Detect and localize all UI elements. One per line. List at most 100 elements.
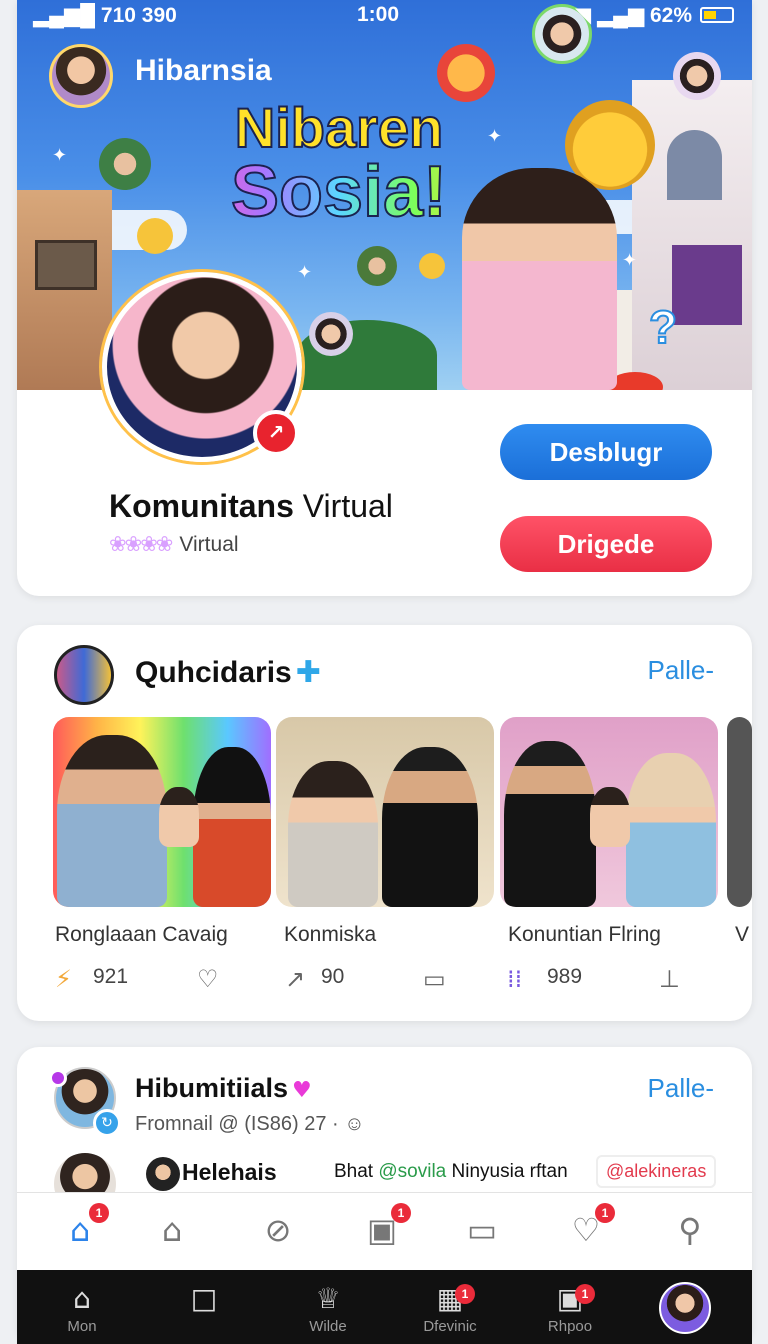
photo-caption: V	[735, 923, 750, 946]
comment-handle[interactable]: Helehais	[182, 1159, 277, 1186]
post-see-all-link[interactable]: Palle-	[648, 1073, 714, 1104]
dock-label: Rhpoo	[547, 1318, 593, 1335]
profile-title-rest: Virtual	[293, 488, 393, 524]
home-icon: ⌂	[73, 1282, 91, 1315]
camera-icon: ▣	[556, 1282, 584, 1315]
photo-count: 90	[321, 965, 345, 988]
comment-text-prefix: Bhat	[334, 1161, 379, 1182]
group-photo[interactable]	[500, 717, 718, 907]
question-sticker: ?	[648, 300, 678, 354]
profile-subtitle-text: Virtual	[179, 533, 239, 556]
notification-badge: 1	[575, 1284, 595, 1304]
clock: 1:00	[357, 3, 400, 26]
crown-icon: ♕	[315, 1282, 341, 1315]
commenter-avatar-small[interactable]	[146, 1157, 180, 1191]
photo-caption: Ronglaaan Cavaig	[55, 923, 228, 946]
group-avatar[interactable]	[54, 645, 114, 705]
dock-label: Mon	[67, 1318, 97, 1335]
group-name[interactable]: Quhcidaris ✚	[135, 655, 321, 690]
app-bottom-nav: ⌂ 1 ⌂ ⊘ ▣ 1 ▭ ♡ 1 ⚲	[17, 1192, 752, 1270]
group-photo[interactable]	[53, 717, 271, 907]
avatar-sticker	[99, 138, 151, 190]
stats-icon[interactable]: ⊥	[659, 965, 680, 993]
avatar-sticker	[673, 52, 721, 100]
group-see-all-link[interactable]: Palle-	[648, 655, 714, 686]
phone-icon: □	[190, 1282, 218, 1315]
flower-icons: ❀❀❀❀	[109, 533, 173, 556]
emoji-sticker	[419, 253, 445, 279]
avatar-sticker	[357, 246, 397, 286]
photo-count: 921	[93, 965, 129, 988]
post-meta: Fromnail @ (IS86) 27 · ☺	[135, 1113, 365, 1135]
sun-sticker	[437, 44, 495, 102]
nav-home-icon[interactable]: ⌂ 1	[55, 1203, 109, 1255]
status-icons: ◥ ▂▄▆ 62%	[574, 4, 692, 27]
community-icon: ⌂	[161, 1211, 183, 1249]
community-avatar[interactable]	[49, 44, 113, 108]
banner-title: Nibaren Sosia!	[189, 96, 489, 230]
search-icon: ⚲	[678, 1211, 702, 1249]
sparkle-icon: ✦	[52, 145, 68, 166]
banner-title-line2: Sosia!	[189, 155, 489, 229]
nav-camera-icon[interactable]: ▣ 1	[357, 1203, 411, 1255]
nav-messages-icon[interactable]: ▭	[457, 1205, 507, 1255]
dock-calendar[interactable]: ▦ Dfevinic 1	[405, 1280, 495, 1335]
notification-badge: 1	[455, 1284, 475, 1304]
dock-profile-avatar[interactable]	[659, 1282, 711, 1334]
emoji-sticker	[137, 218, 173, 254]
nav-search-icon[interactable]: ⚲	[665, 1205, 715, 1255]
community-name: Hibarnsia	[135, 54, 272, 87]
dock-phone[interactable]: □	[159, 1280, 249, 1318]
profile-subtitle: ❀❀❀❀ Virtual	[109, 532, 239, 557]
primary-action-button[interactable]: Desblugr	[500, 424, 712, 480]
nav-likes-icon[interactable]: ♡ 1	[561, 1203, 615, 1255]
dock-home[interactable]: ⌂ Mon	[37, 1280, 127, 1335]
comment-text: Bhat @sovila Ninyusia rftan	[334, 1161, 568, 1183]
notification-badge: 1	[595, 1203, 615, 1223]
mention-tag[interactable]: @alekineras	[596, 1155, 717, 1188]
comment-row: Helehais Bhat @sovila Ninyusia rftan @al…	[54, 1153, 717, 1215]
dock-wilde[interactable]: ♕ Wilde	[283, 1280, 373, 1335]
post-author-name[interactable]: Hibumitiials ♥	[135, 1073, 312, 1104]
dock-label: Wilde	[309, 1318, 347, 1335]
nav-community-icon[interactable]: ⌂	[147, 1205, 197, 1255]
share-badge-icon[interactable]: ↗	[253, 410, 299, 456]
refresh-icon: ↻	[93, 1109, 121, 1137]
dock-camera[interactable]: ▣ Rhpoo 1	[525, 1280, 615, 1335]
group-photo[interactable]	[276, 717, 494, 907]
home-icon: ⌂	[69, 1211, 91, 1249]
profile-card: ✦ ✦ ✦ ✦ ? Nibaren Sosia! Hibarnsia ▂▄▆█ …	[17, 0, 752, 596]
messages-icon: ▭	[466, 1211, 498, 1249]
sparkle-icon: ✦	[622, 250, 638, 271]
battery-icon	[700, 7, 734, 23]
photo-count: 989	[547, 965, 583, 988]
avatar-sticker	[309, 312, 353, 356]
comment-icon[interactable]: ▭	[423, 965, 446, 993]
comment-text-suffix: Ninyusia rftan	[446, 1161, 568, 1182]
signal-indicator: ▂▄▆█ 710 390	[33, 4, 177, 27]
banner-title-line1: Nibaren	[234, 96, 445, 159]
sparkle-icon: ✦	[297, 262, 313, 283]
sparkle-icon: ✦	[487, 126, 503, 147]
notification-badge: 1	[391, 1203, 411, 1223]
heart-icon[interactable]: ♡	[197, 965, 219, 993]
group-name-text: Quhcidaris	[135, 656, 292, 689]
system-dock: ⌂ Mon □ ♕ Wilde ▦ Dfevinic 1 ▣ Rhpoo 1	[17, 1270, 752, 1344]
post-author-name-text: Hibumitiials	[135, 1073, 289, 1103]
profile-title-bold: Komunitans	[109, 488, 294, 524]
nav-explore-icon[interactable]: ⊘	[253, 1205, 303, 1255]
dock-label: Dfevinic	[423, 1318, 477, 1335]
status-bar: ▂▄▆█ 710 390 1:00 ◥ ▂▄▆ 62%	[17, 0, 752, 30]
heart-icon: ♥	[292, 1078, 312, 1103]
photo-caption: Konmiska	[284, 923, 377, 946]
comment-mention[interactable]: @sovila	[378, 1161, 446, 1182]
explore-icon: ⊘	[264, 1211, 292, 1249]
grid-icon: ⁞⁞	[507, 965, 523, 993]
notification-badge: 1	[89, 1203, 109, 1223]
share-icon[interactable]: ↗	[285, 965, 305, 993]
group-photo[interactable]	[727, 717, 752, 907]
photo-caption: Konuntian Flring	[508, 923, 661, 946]
secondary-action-button[interactable]: Drigede	[500, 516, 712, 572]
plus-icon: ✚	[295, 656, 321, 689]
calendar-icon: ▦	[436, 1282, 464, 1315]
